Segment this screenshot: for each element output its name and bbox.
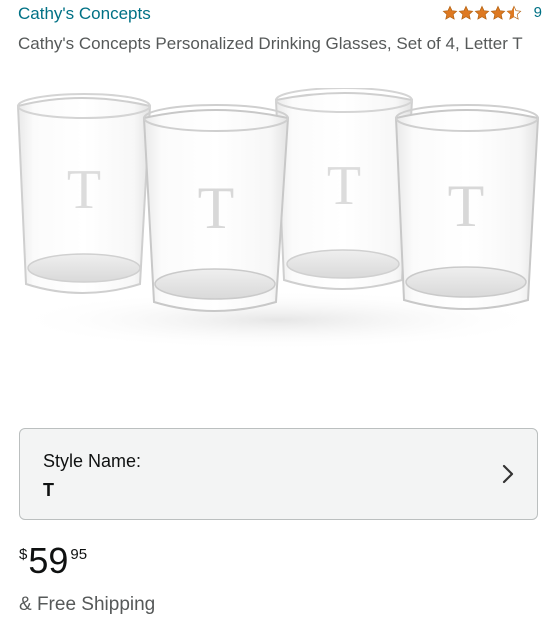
style-name-selector[interactable]: Style Name: T bbox=[19, 428, 538, 520]
price-whole: 59 bbox=[28, 540, 69, 581]
shipping-info: & Free Shipping bbox=[19, 594, 156, 615]
glass-letter: T bbox=[327, 155, 361, 217]
star-full-icon bbox=[442, 5, 458, 20]
star-full-icon bbox=[474, 5, 490, 20]
star-half-icon bbox=[506, 5, 522, 20]
glass-1: T bbox=[16, 93, 152, 294]
glass-2: T bbox=[142, 104, 290, 312]
glass-3: T bbox=[274, 88, 414, 290]
product-image[interactable]: T T T T bbox=[0, 88, 556, 410]
review-count[interactable]: 9 bbox=[534, 4, 542, 21]
price: $ 59 95 bbox=[19, 540, 87, 582]
style-name-label: Style Name: bbox=[43, 451, 142, 471]
star-full-icon bbox=[490, 5, 506, 20]
brand-row: Cathy's Concepts 9 bbox=[18, 2, 542, 26]
style-name-value: T bbox=[43, 480, 54, 500]
star-full-icon bbox=[458, 5, 474, 20]
glass-letter: T bbox=[198, 175, 235, 241]
glass-letter: T bbox=[67, 159, 101, 221]
brand-link[interactable]: Cathy's Concepts bbox=[18, 4, 151, 24]
rating[interactable]: 9 bbox=[442, 4, 542, 21]
chevron-right-icon bbox=[502, 464, 514, 484]
star-rating bbox=[442, 5, 522, 21]
product-title: Cathy's Concepts Personalized Drinking G… bbox=[18, 34, 523, 53]
price-fraction: 95 bbox=[70, 546, 88, 563]
glass-4: T bbox=[394, 104, 540, 310]
price-symbol: $ bbox=[19, 546, 28, 563]
glass-letter: T bbox=[448, 173, 485, 239]
